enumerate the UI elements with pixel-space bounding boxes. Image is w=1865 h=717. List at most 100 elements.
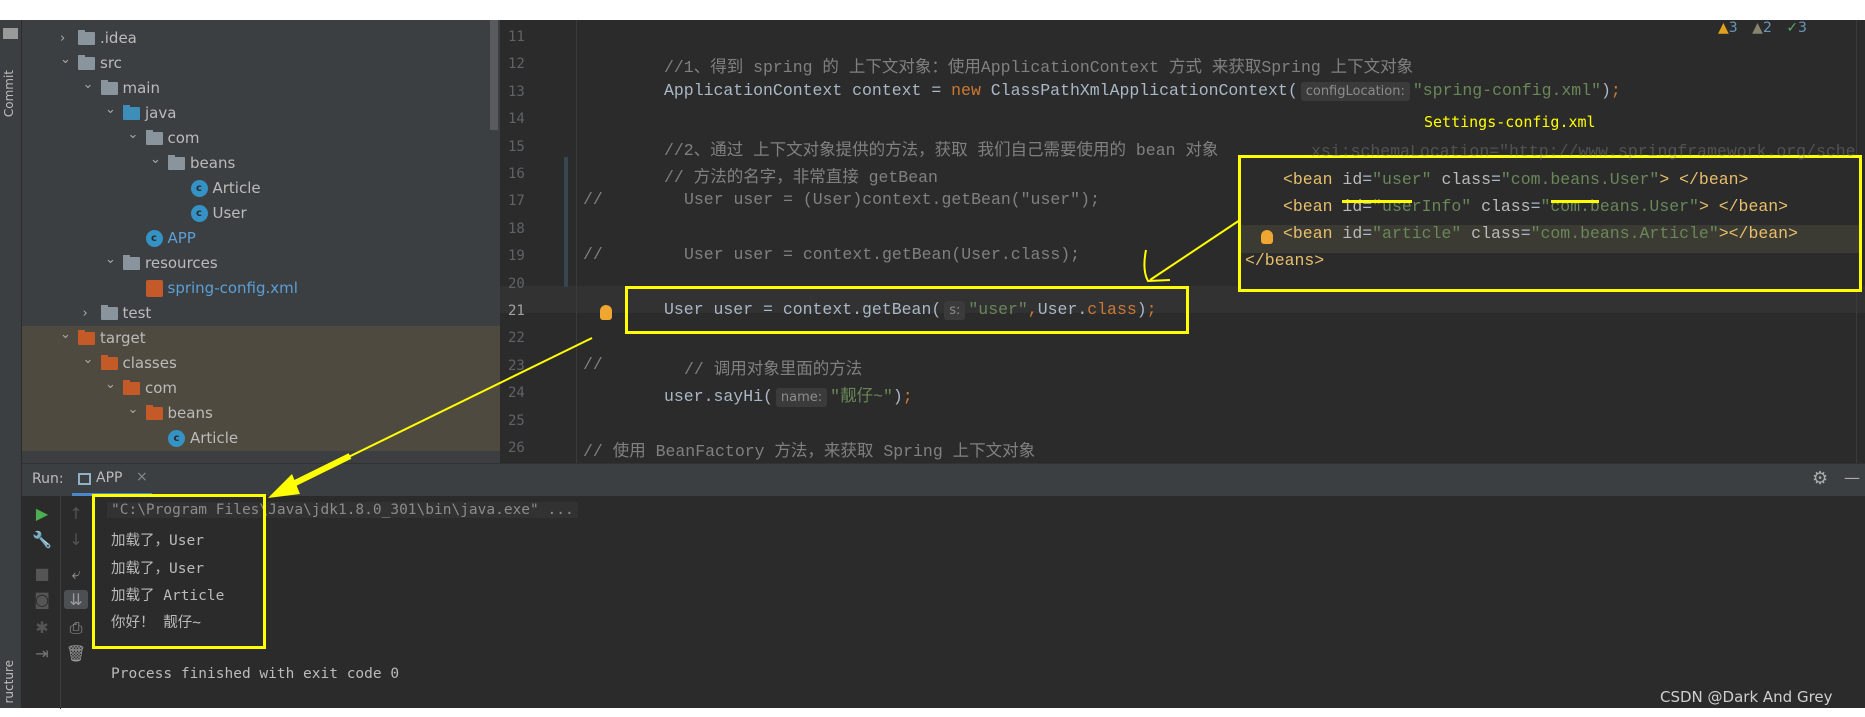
tree-item[interactable]: ⌄ src <box>22 51 500 76</box>
xml-token: class <box>1431 170 1491 189</box>
lightbulb-icon[interactable] <box>600 305 612 320</box>
gutter-comment: // <box>583 190 603 210</box>
inspection-widget[interactable]: ▲3 ▲2 ✓3 <box>1718 20 1807 36</box>
minimize-icon[interactable]: — <box>1844 468 1860 487</box>
code-token: //2、通过 上下文对象提供的方法，获取 我们自己需要使用的 bean 对象 <box>664 140 1219 160</box>
run-header: Run: APP × ⚙ — <box>22 464 1865 496</box>
code-line[interactable]: // 使用 BeanFactory 方法，来获取 Spring 上下文对象 <box>583 437 1035 461</box>
line-number: 17 <box>508 193 525 210</box>
class-icon: c <box>190 180 208 197</box>
settings-gear-icon[interactable]: ⚙ <box>1812 468 1828 489</box>
code-line[interactable]: //2、通过 上下文对象提供的方法，获取 我们自己需要使用的 bean 对象 <box>664 136 1218 160</box>
chevron-down-icon[interactable]: ⌄ <box>105 97 116 122</box>
change-marker <box>564 157 568 287</box>
warning-icon: ▲ <box>1718 20 1729 36</box>
commit-tool-tab[interactable]: Commit <box>2 70 16 117</box>
chevron-down-icon[interactable]: ⌄ <box>83 72 94 97</box>
camera-icon[interactable]: ◙ <box>30 590 54 609</box>
tree-item[interactable]: ⌄ com <box>22 376 500 401</box>
structure-tool-tab[interactable]: ructure <box>2 660 16 704</box>
project-tree[interactable]: › .idea ⌄ src ⌄ main ⌄ java ⌄ com ⌄ beans c Article c U… <box>22 20 500 463</box>
console-line: Process finished with exit code 0 <box>111 665 400 682</box>
tree-item[interactable]: c APP <box>22 226 500 251</box>
line-number: 14 <box>508 111 525 128</box>
xml-token: "article" <box>1372 224 1462 243</box>
code-token: "靓仔~" <box>830 387 893 407</box>
left-tool-strip: Commit ructure <box>0 20 22 708</box>
tree-item[interactable]: spring-config.xml <box>22 276 500 301</box>
close-tab-icon[interactable]: × <box>136 469 148 485</box>
chevron-down-icon[interactable]: ⌄ <box>128 122 139 147</box>
code-line[interactable]: user.sayHi(name: "靓仔~"); <box>664 382 913 408</box>
tree-scrollbar[interactable] <box>490 20 498 130</box>
exit-icon[interactable]: ⇥ <box>30 644 54 663</box>
code-line[interactable]: User user = (User)context.getBean("user"… <box>684 190 1100 209</box>
line-number: 20 <box>508 275 525 292</box>
tree-item[interactable]: ⌄ resources <box>22 251 500 276</box>
chevron-down-icon[interactable]: ⌄ <box>60 322 71 347</box>
tree-item[interactable]: c Article <box>22 176 500 201</box>
tree-item-label: classes <box>122 354 177 372</box>
lightbulb-icon[interactable] <box>1261 230 1273 244</box>
tree-item[interactable]: ⌄ com <box>22 126 500 151</box>
code-line[interactable]: ApplicationContext context = new ClassPa… <box>664 80 1621 101</box>
tree-item[interactable]: ⌄ java <box>22 101 500 126</box>
folder-icon <box>78 55 95 70</box>
code-line[interactable]: User user = context.getBean(User.class); <box>684 245 1080 264</box>
package-icon <box>145 130 163 145</box>
scroll-down-icon[interactable]: ↓ <box>64 530 88 549</box>
stop-icon[interactable]: ■ <box>30 564 54 583</box>
line-number: 12 <box>508 56 525 73</box>
project-tool-icon[interactable] <box>3 28 18 39</box>
tree-item-label: com <box>167 129 200 147</box>
class-icon: c <box>168 430 185 447</box>
underline-id <box>1342 200 1412 203</box>
chevron-down-icon[interactable]: ⌄ <box>105 247 116 272</box>
parameter-hint: name: <box>775 388 828 408</box>
tree-item[interactable]: ⌄ target <box>22 326 500 351</box>
folder-icon <box>123 255 140 270</box>
tree-item[interactable]: c User <box>22 201 500 226</box>
tree-item[interactable]: › test <box>22 301 500 326</box>
xml-token: id <box>1342 170 1363 189</box>
rerun-icon[interactable]: ▶ <box>30 504 54 523</box>
code-line[interactable]: //1、得到 spring 的 上下文对象：使用ApplicationConte… <box>664 53 1413 77</box>
code-token: ApplicationContext context = <box>664 80 952 100</box>
code-line[interactable]: // 调用对象里面的方法 <box>684 355 862 379</box>
chevron-down-icon[interactable]: ⌄ <box>128 397 139 422</box>
chevron-down-icon[interactable]: ⌄ <box>83 347 94 372</box>
code-token: ) <box>1601 80 1611 100</box>
folder-icon <box>145 405 163 420</box>
folder-icon <box>123 380 140 395</box>
scroll-up-icon[interactable]: ↑ <box>64 504 88 523</box>
tree-item[interactable]: c Article <box>22 426 500 451</box>
xml-token: = <box>1362 170 1373 189</box>
chevron-down-icon[interactable]: ⌄ <box>105 372 116 397</box>
chevron-right-icon[interactable]: › <box>83 301 88 326</box>
trash-icon[interactable]: 🗑 <box>64 644 88 663</box>
code-token: ; <box>902 387 913 407</box>
soft-wrap-icon[interactable]: ⤶ <box>64 564 88 584</box>
tree-item[interactable]: ⌄ beans <box>22 151 500 176</box>
xml-token: > </bean> <box>1659 170 1749 189</box>
chevron-down-icon[interactable]: ⌄ <box>60 47 71 72</box>
scroll-to-end-icon[interactable]: ⇊ <box>64 590 88 609</box>
folder-icon <box>78 30 95 45</box>
print-icon[interactable]: ⎙ <box>64 618 88 638</box>
line-number: 15 <box>508 138 525 155</box>
wrench-icon[interactable]: 🔧 <box>30 530 54 549</box>
code-token: "spring-config.xml" <box>1412 80 1602 100</box>
xml-token: = <box>1520 224 1531 243</box>
code-token: User user = (User)context.getBean("user"… <box>684 190 1100 210</box>
line-number: 11 <box>508 29 525 45</box>
tree-item[interactable]: ⌄ beans <box>22 401 500 426</box>
code-line[interactable]: // 方法的名字，非常直接 getBean <box>664 163 938 187</box>
chevron-down-icon[interactable]: ⌄ <box>150 147 161 172</box>
tree-item[interactable]: › .idea <box>22 26 500 51</box>
line-number: 18 <box>508 220 525 237</box>
debug-icon[interactable]: ✱ <box>30 618 54 637</box>
tree-item[interactable]: ⌄ main <box>22 76 500 101</box>
tree-item[interactable]: ⌄ classes <box>22 351 500 376</box>
run-tab-app[interactable]: APP × <box>72 464 152 496</box>
xml-token: class <box>1461 224 1521 243</box>
